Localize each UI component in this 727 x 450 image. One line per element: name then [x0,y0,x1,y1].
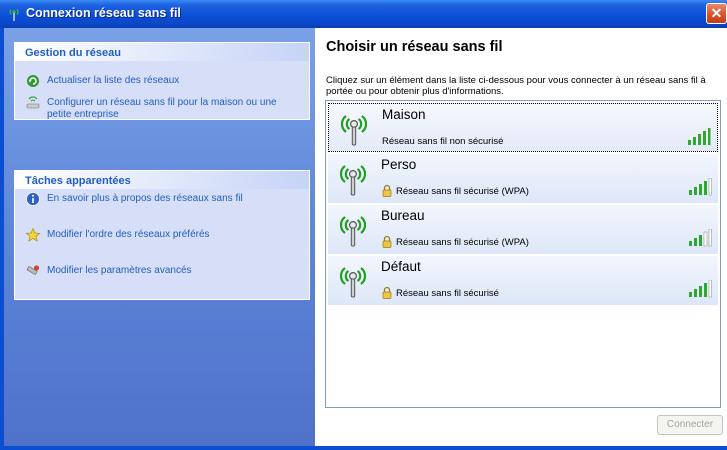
settings-icon [26,265,40,275]
network-name: Perso [381,157,417,172]
network-item-bureau[interactable]: Bureau Réseau sans fil sécurisé (WPA) [328,205,718,254]
task-sidebar: Gestion du réseau Actualiser la liste de… [4,28,315,446]
signal-strength-icon [688,128,711,145]
wireless-icon [9,9,19,21]
link-label: Actualiser la liste des réseaux [47,75,180,86]
setup-wizard-icon [26,96,40,109]
network-name: Défaut [381,259,421,274]
link-label: Modifier les paramètres avancés [47,265,192,276]
network-name: Maison [382,107,426,122]
main-pane: Choisir un réseau sans fil Cliquez sur u… [315,28,727,446]
lock-icon [382,286,392,299]
close-icon: ✕ [710,5,723,21]
refresh-icon [27,75,39,87]
link-label: Modifier l'ordre des réseaux préférés [47,229,210,240]
close-button[interactable]: ✕ [706,3,727,24]
network-item-defaut[interactable]: Défaut Réseau sans fil sécurisé [328,256,718,305]
wireless-antenna-icon [339,267,367,298]
title-bar[interactable]: Connexion réseau sans fil ✕ [0,0,727,28]
window-title: Connexion réseau sans fil [26,6,181,20]
related-tasks-panel: Tâches apparentées En savoir plus à prop… [14,170,310,300]
lock-icon [382,184,392,197]
signal-strength-icon [689,280,712,298]
signal-strength-icon [689,178,712,196]
signal-strength-icon [689,229,712,247]
star-icon [25,227,41,242]
info-icon [26,192,40,206]
network-security-status: Réseau sans fil sécurisé [396,288,499,299]
instructions-text: Cliquez sur un élément dans la liste ci-… [326,75,706,97]
wireless-antenna-icon [340,115,368,146]
connect-button[interactable]: Connecter [657,415,723,435]
network-security-status: Réseau sans fil sécurisé (WPA) [396,186,529,197]
link-label: Configurer un réseau sans fil pour la ma… [47,97,277,120]
network-security-status: Réseau sans fil sécurisé (WPA) [396,237,529,248]
network-name: Bureau [381,208,425,223]
wireless-connection-window: Connexion réseau sans fil ✕ Gestion du r… [0,0,727,450]
wireless-antenna-icon [339,216,367,247]
network-security-status: Réseau sans fil non sécurisé [382,136,504,147]
network-tasks-panel: Gestion du réseau Actualiser la liste de… [14,42,310,120]
network-list[interactable]: Maison Réseau sans fil non sécurisé Pers… [325,100,721,408]
panel-header: Tâches apparentées [15,171,309,189]
network-item-maison[interactable]: Maison Réseau sans fil non sécurisé [328,103,718,152]
panel-header: Gestion du réseau [15,43,309,61]
network-item-perso[interactable]: Perso Réseau sans fil sécurisé (WPA) [328,154,718,203]
window-frame-bottom [0,446,727,450]
page-title: Choisir un réseau sans fil [326,39,503,55]
wireless-antenna-icon [339,165,367,196]
link-label: En savoir plus à propos des réseaux sans… [47,193,243,204]
lock-icon [382,235,392,248]
